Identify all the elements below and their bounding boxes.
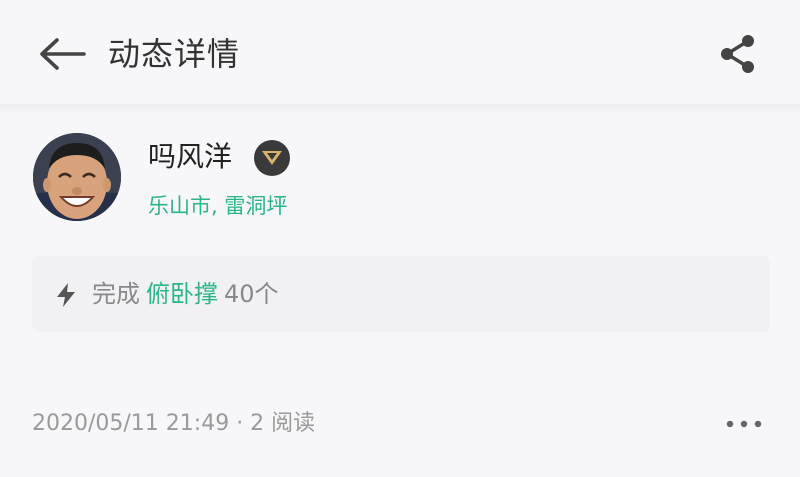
more-options-button[interactable] xyxy=(720,406,768,442)
user-level-badge[interactable] xyxy=(254,140,290,176)
username[interactable]: 吗风洋 xyxy=(148,137,232,177)
chevron-down-badge-icon xyxy=(262,151,282,165)
activity-count: 40个 xyxy=(224,280,279,308)
back-button[interactable] xyxy=(36,34,88,74)
avatar[interactable] xyxy=(33,133,121,221)
bolt-icon xyxy=(57,283,75,307)
arrow-left-icon xyxy=(40,38,86,70)
avatar-image xyxy=(33,133,121,221)
activity-text: 完成 俯卧撑 40个 xyxy=(92,274,279,314)
page-title: 动态详情 xyxy=(108,35,241,73)
more-horizontal-icon xyxy=(726,420,762,428)
location-link[interactable]: 乐山市, 雷洞坪 xyxy=(148,190,287,222)
post-meta: 2020/05/11 21:49 · 2 阅读 xyxy=(32,411,316,436)
activity-card[interactable]: 完成 俯卧撑 40个 xyxy=(32,256,770,332)
share-icon xyxy=(721,35,754,73)
top-app-bar: 动态详情 xyxy=(0,0,800,108)
activity-name[interactable]: 俯卧撑 xyxy=(146,280,218,308)
share-button[interactable] xyxy=(714,30,762,78)
header-divider xyxy=(0,104,800,114)
activity-prefix: 完成 xyxy=(92,280,140,308)
